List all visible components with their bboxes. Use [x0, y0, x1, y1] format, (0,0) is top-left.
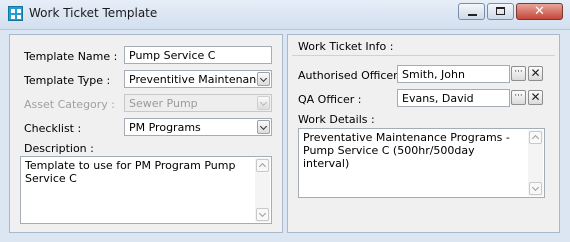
checklist-select[interactable]: PM Programs: [124, 118, 272, 136]
scroll-down-icon[interactable]: [256, 208, 269, 221]
template-type-select[interactable]: Preventitive Maintenance: [124, 70, 272, 88]
minimize-button[interactable]: [458, 3, 485, 20]
maximize-button[interactable]: [487, 3, 514, 20]
close-button[interactable]: ✕: [516, 3, 563, 20]
authorised-officer-input[interactable]: Smith, John: [397, 65, 510, 83]
scroll-down-icon[interactable]: [529, 182, 542, 195]
work-details-scrollbar[interactable]: [528, 130, 543, 196]
authorised-officer-label: Authorised Officer :: [298, 69, 405, 82]
description-textarea[interactable]: Template to use for PM Program Pump Serv…: [20, 156, 272, 224]
scroll-up-icon[interactable]: [529, 131, 542, 144]
lookup-button[interactable]: ···: [511, 90, 526, 105]
checklist-label: Checklist :: [24, 122, 82, 135]
clear-icon[interactable]: ✕: [528, 90, 543, 105]
clear-icon[interactable]: ✕: [528, 66, 543, 81]
chevron-down-icon: [257, 96, 270, 110]
template-type-value: Preventitive Maintenance: [129, 73, 270, 86]
asset-category-select: Sewer Pump: [124, 94, 272, 112]
chevron-down-icon[interactable]: [257, 120, 270, 134]
template-type-label: Template Type :: [24, 74, 111, 87]
divider: [292, 55, 555, 56]
work-details-textarea[interactable]: Preventative Maintenance Programs - Pump…: [298, 128, 545, 198]
maximize-icon: [496, 7, 505, 15]
qa-officer-input[interactable]: Evans, David: [397, 89, 510, 107]
description-text: Template to use for PM Program Pump Serv…: [25, 159, 236, 185]
checklist-value: PM Programs: [129, 121, 201, 134]
work-details-label: Work Details :: [298, 113, 375, 126]
template-details-panel: Template Name : Pump Service C Template …: [9, 34, 283, 233]
scroll-up-icon[interactable]: [256, 159, 269, 172]
close-icon: ✕: [534, 4, 545, 19]
asset-category-value: Sewer Pump: [129, 97, 198, 110]
template-name-label: Template Name :: [24, 50, 118, 63]
section-title: Work Ticket Info :: [298, 40, 394, 53]
qa-officer-label: QA Officer :: [298, 93, 362, 106]
app-icon: [8, 6, 23, 21]
minimize-icon: [468, 14, 477, 16]
template-name-input[interactable]: Pump Service C: [124, 46, 272, 64]
asset-category-label: Asset Category :: [24, 98, 116, 111]
description-label: Description :: [24, 142, 94, 155]
chevron-down-icon[interactable]: [257, 72, 270, 86]
title-bar: Work Ticket Template ✕: [0, 0, 570, 30]
description-scrollbar[interactable]: [255, 158, 270, 222]
work-ticket-info-panel: Work Ticket Info : Authorised Officer : …: [287, 34, 560, 233]
lookup-button[interactable]: ···: [511, 66, 526, 81]
work-details-text: Preventative Maintenance Programs - Pump…: [303, 131, 510, 170]
window-title: Work Ticket Template: [29, 6, 158, 20]
